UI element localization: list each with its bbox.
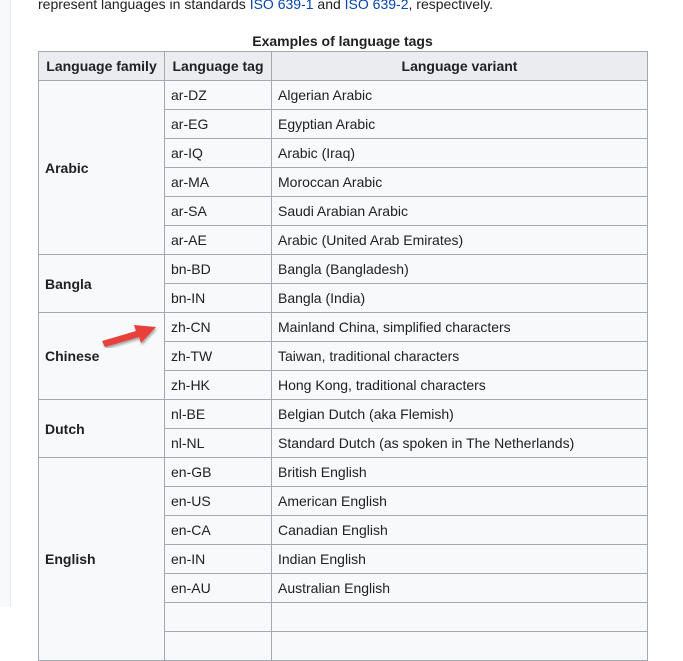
language-variant-cell: Belgian Dutch (aka Flemish) [271,399,648,429]
language-tag-cell: en-AU [164,573,272,603]
language-tag-cell: ar-EG [164,109,272,139]
language-tag-cell: ar-SA [164,196,272,226]
language-tag-cell: ar-DZ [164,80,272,110]
language-tag-cell: en-IN [164,544,272,574]
language-tag-cell: zh-TW [164,341,272,371]
language-variant-cell [271,631,648,661]
language-tag-cell: nl-BE [164,399,272,429]
iso-639-2-link[interactable]: ISO 639-2 [345,0,409,12]
language-tag-cell: en-GB [164,457,272,487]
table-row: Dutch nl-BE Belgian Dutch (aka Flemish) [38,399,648,458]
language-tag-cell: bn-BD [164,254,272,284]
header-language-tag: Language tag [164,51,272,81]
content-left-border [0,0,11,607]
language-tag-cell: ar-MA [164,167,272,197]
language-variant-cell: Standard Dutch (as spoken in The Netherl… [271,428,648,458]
language-variant-cell: Mainland China, simplified characters [271,312,648,342]
language-tag-cell [164,631,272,661]
language-tag-cell: en-US [164,486,272,516]
intro-text-middle: and [313,0,345,12]
intro-text-before: represent languages in standards [38,0,250,12]
table-body: Arabic ar-DZ Algerian Arabic ar-EG Egyptian … [38,80,648,661]
iso-639-1-link[interactable]: ISO 639-1 [250,0,314,12]
table-row: English en-GB British English [38,457,648,661]
language-tag-cell: zh-HK [164,370,272,400]
language-variant-cell: Taiwan, traditional characters [271,341,648,371]
header-language-variant: Language variant [271,51,648,81]
intro-text-after: , respectively. [408,0,494,12]
red-arrow-icon [102,325,156,347]
language-variant-cell: British English [271,457,648,487]
language-variant-cell: Indian English [271,544,648,574]
language-variant-cell: Algerian Arabic [271,80,648,110]
language-variant-cell: Canadian English [271,515,648,545]
language-family-cell: Dutch [38,399,165,458]
table-row: Arabic ar-DZ Algerian Arabic [38,80,648,255]
table-header-row: Language family Language tag Language va… [38,51,648,81]
language-variant-cell: American English [271,486,648,516]
intro-paragraph: represent languages in standards ISO 639… [38,0,493,14]
table-row: Bangla bn-BD Bangla (Bangladesh) [38,254,648,313]
language-tags-table: Language family Language tag Language va… [38,51,648,661]
language-tag-cell: ar-AE [164,225,272,255]
language-variant-cell: Bangla (Bangladesh) [271,254,648,284]
language-tag-cell: nl-NL [164,428,272,458]
language-tag-cell: bn-IN [164,283,272,313]
language-variant-cell: Egyptian Arabic [271,109,648,139]
table-caption: Examples of language tags [252,33,433,49]
language-family-cell: Arabic [38,80,165,255]
language-tag-cell: zh-CN [164,312,272,342]
header-language-family: Language family [38,51,165,81]
language-family-cell: English [38,457,165,661]
language-variant-cell: Saudi Arabian Arabic [271,196,648,226]
language-tag-cell: ar-IQ [164,138,272,168]
language-variant-cell: Bangla (India) [271,283,648,313]
language-variant-cell: Hong Kong, traditional characters [271,370,648,400]
language-variant-cell: Australian English [271,573,648,603]
language-tag-cell: en-CA [164,515,272,545]
language-variant-cell: Arabic (Iraq) [271,138,648,168]
language-variant-cell: Arabic (United Arab Emirates) [271,225,648,255]
language-variant-cell: Moroccan Arabic [271,167,648,197]
language-family-cell: Bangla [38,254,165,313]
